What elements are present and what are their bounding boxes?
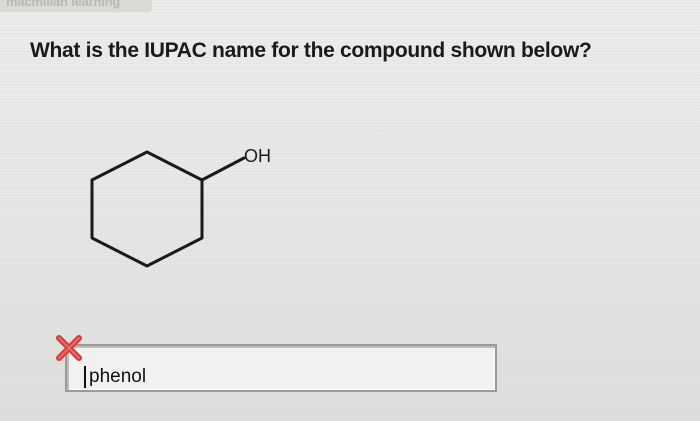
cyclohexanol-structure: OH [90, 146, 271, 268]
answer-value: phenol [89, 366, 147, 387]
screen: macmillan learning What is the IUPAC nam… [0, 0, 700, 421]
bond-to-oh [200, 156, 246, 182]
question-text: What is the IUPAC name for the compound … [30, 39, 592, 62]
brand-logo: macmillan learning [0, 0, 152, 12]
answer-row: phenol [55, 332, 505, 402]
text-caret [84, 366, 86, 388]
incorrect-x-icon [56, 335, 82, 361]
cyclohexane-ring [90, 150, 204, 268]
oh-label: OH [244, 146, 271, 166]
answer-input[interactable]: phenol [65, 344, 497, 392]
